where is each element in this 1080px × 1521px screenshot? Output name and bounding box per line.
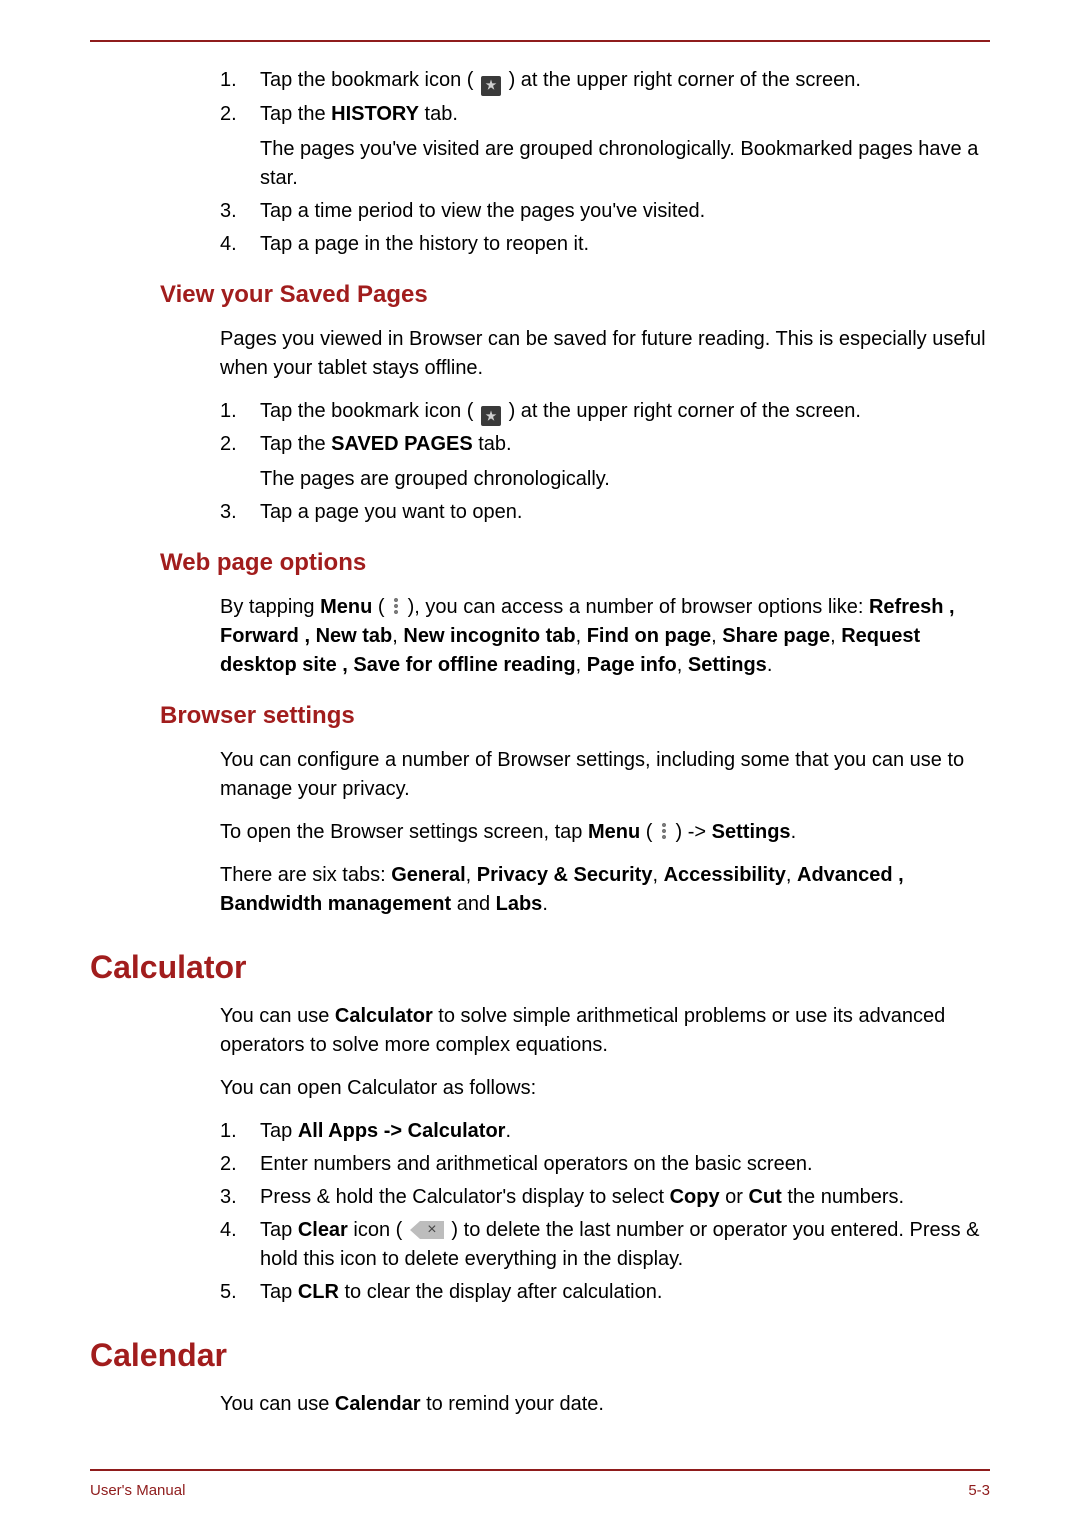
list-item: 1. Tap the bookmark icon ( ★ ) at the up… <box>220 397 990 427</box>
heading-saved-pages: View your Saved Pages <box>160 281 990 309</box>
calc-steps: 1. Tap All Apps -> Calculator. 2. Enter … <box>220 1117 990 1307</box>
list-item: 1. Tap the bookmark icon ( ★ ) at the up… <box>220 66 990 96</box>
heading-calendar: Calendar <box>90 1337 990 1374</box>
list-item: 3. Press & hold the Calculator's display… <box>220 1183 990 1212</box>
footer-left: User's Manual <box>90 1482 185 1499</box>
list-item: 3. Tap a page you want to open. <box>220 498 990 527</box>
clear-icon <box>410 1221 444 1239</box>
browser-p2: To open the Browser settings screen, tap… <box>220 818 990 847</box>
list-item: 3. Tap a time period to view the pages y… <box>220 197 990 226</box>
list-item: 5. Tap CLR to clear the display after ca… <box>220 1278 990 1307</box>
heading-calculator: Calculator <box>90 949 990 986</box>
saved-steps: 1. Tap the bookmark icon ( ★ ) at the up… <box>220 397 990 528</box>
bookmark-icon: ★ <box>481 76 501 96</box>
calendar-p1: You can use Calendar to remind your date… <box>220 1390 990 1419</box>
browser-p1: You can configure a number of Browser se… <box>220 746 990 804</box>
list-item: 1. Tap All Apps -> Calculator. <box>220 1117 990 1146</box>
bookmark-icon: ★ <box>481 406 501 426</box>
footer: User's Manual 5-3 <box>90 1482 990 1499</box>
calc-p1: You can use Calculator to solve simple a… <box>220 1002 990 1060</box>
list-item: 4. Tap Clear icon ( ) to delete the last… <box>220 1216 990 1274</box>
heading-browser-settings: Browser settings <box>160 702 990 730</box>
heading-web-page-options: Web page options <box>160 549 990 577</box>
menu-icon <box>392 596 400 616</box>
webopt-text: By tapping Menu ( ), you can access a nu… <box>220 593 990 680</box>
history-steps: 1. Tap the bookmark icon ( ★ ) at the up… <box>220 66 990 259</box>
saved-intro: Pages you viewed in Browser can be saved… <box>220 325 990 383</box>
browser-p3: There are six tabs: General, Privacy & S… <box>220 861 990 919</box>
top-rule <box>90 40 990 42</box>
list-item: 2. Enter numbers and arithmetical operat… <box>220 1150 990 1179</box>
list-item: 2. Tap the HISTORY tab. The pages you've… <box>220 100 990 193</box>
bottom-rule <box>90 1469 990 1471</box>
calc-p2: You can open Calculator as follows: <box>220 1074 990 1103</box>
list-item: 4. Tap a page in the history to reopen i… <box>220 230 990 259</box>
menu-icon <box>660 821 668 841</box>
list-item: 2. Tap the SAVED PAGES tab. The pages ar… <box>220 430 990 494</box>
footer-right: 5-3 <box>968 1482 990 1499</box>
